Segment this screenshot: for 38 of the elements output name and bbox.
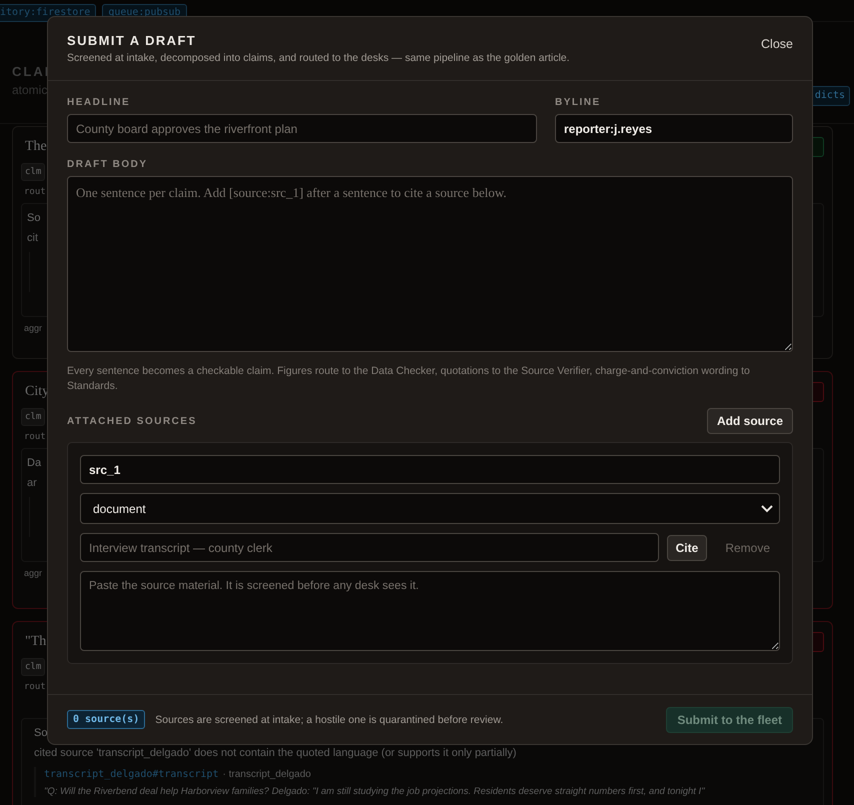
quote-text: "Q: Will the Riverbend deal help Harborview families? Delgado: "I am still studying the job projections. Residents deserve straight numbers first, and tonight I" bbox=[44, 786, 706, 797]
claim-id: clm bbox=[21, 658, 46, 676]
source-name: · transcript_delgado bbox=[222, 769, 311, 780]
hint-text: Every sentence becomes a checkable claim. Figures route to the Data Checker, quotations to the Source Verifier, charge-and-conviction wording to Standards. bbox=[67, 364, 751, 394]
check-text: ar bbox=[27, 477, 37, 489]
claim-title: "Th bbox=[24, 634, 46, 650]
field-label: BYLINE bbox=[555, 97, 602, 108]
claim-title: The bbox=[24, 139, 47, 155]
footer-note: Sources are screened at intake; a hostile one is quarantined before review. bbox=[155, 714, 504, 726]
source-text-field[interactable]: Paste the source material. It is screened before any desk sees it. bbox=[80, 571, 780, 651]
draft-body-field[interactable]: One sentence per claim. Add [source:src_1] after a sentence to cite a source below. bbox=[67, 176, 793, 352]
source-id-field[interactable]: src_1 bbox=[80, 455, 780, 484]
field-label: HEADLINE bbox=[67, 97, 132, 108]
claim-id: clm bbox=[21, 163, 46, 181]
source-type-select[interactable]: document bbox=[80, 493, 780, 524]
source-title-field[interactable]: Interview transcript — county clerk bbox=[80, 533, 659, 562]
aggregate-text: aggr bbox=[23, 568, 42, 578]
dialog-title: SUBMIT A DRAFT bbox=[67, 33, 198, 48]
section-label: ATTACHED SOURCES bbox=[67, 416, 197, 426]
claim-id: clm bbox=[21, 408, 46, 426]
byline-field[interactable]: reporter:j.reyes bbox=[555, 114, 793, 143]
field-label: DRAFT BODY bbox=[67, 159, 149, 170]
headline-field[interactable]: County board approves the riverfront plan bbox=[67, 114, 537, 143]
dialog-subtitle: Screened at intake, decomposed into claims, and routed to the desks — same pipeline as the golden article. bbox=[67, 52, 570, 64]
add-source-button[interactable]: Add source bbox=[706, 408, 793, 434]
route-text: rout bbox=[23, 432, 46, 442]
route-text: rout bbox=[23, 682, 46, 692]
check-title: So bbox=[27, 212, 40, 224]
cite-button[interactable]: Cite bbox=[666, 534, 708, 560]
chevron-down-icon bbox=[761, 504, 773, 512]
aggregate-text: aggr bbox=[23, 323, 42, 333]
check-title: Da bbox=[27, 457, 42, 469]
source-count-badge: 0 source(s) bbox=[67, 710, 146, 729]
close-button[interactable]: Close bbox=[761, 35, 793, 53]
check-text: cited source 'transcript_delgado' does not contain the quoted language (or supports it only partially) bbox=[34, 747, 516, 759]
route-text: rout bbox=[23, 187, 46, 197]
check-title: So bbox=[34, 727, 48, 739]
check-text: cit bbox=[27, 232, 38, 244]
